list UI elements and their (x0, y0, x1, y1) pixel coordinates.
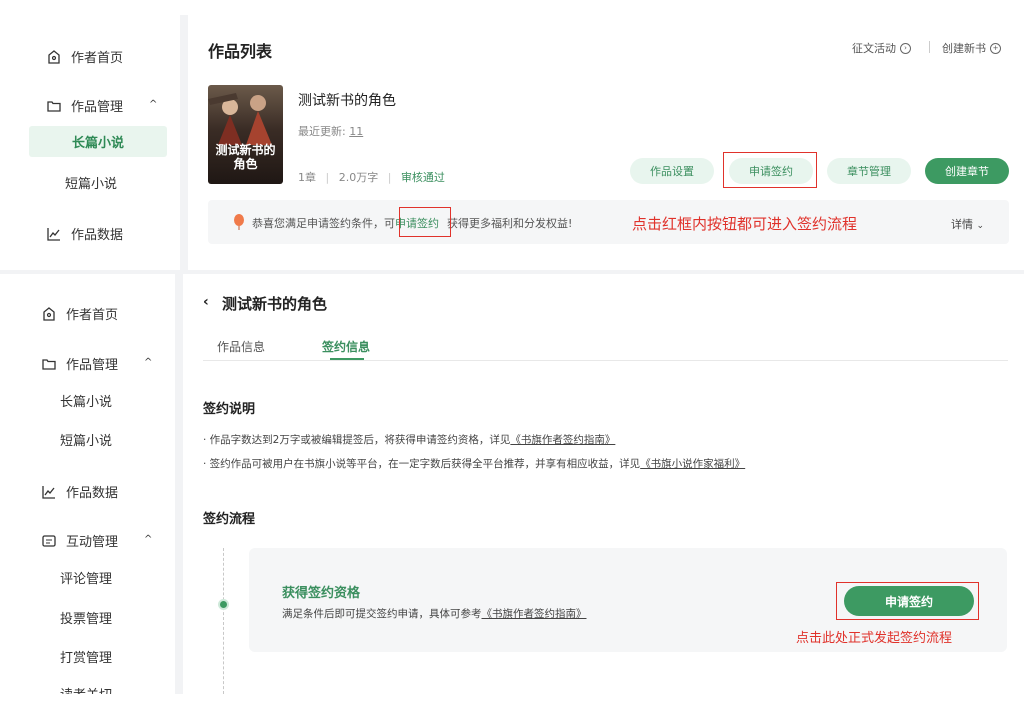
divider (929, 41, 930, 53)
details-toggle[interactable]: 详情 ⌄ (951, 216, 984, 232)
cover-title: 测试新书的角色 (215, 143, 276, 171)
contest-link[interactable]: 征文活动 › (852, 40, 911, 56)
highlight-box-notice-link (399, 207, 451, 237)
chevron-down-icon: ⌄ (976, 221, 985, 231)
sidebar-item-tips[interactable]: 打赏管理 (60, 647, 112, 666)
chevron-up-icon[interactable]: ^ (144, 534, 152, 545)
arrow-right-circle-icon: › (900, 42, 911, 54)
sidebar-item-label: 作者首页 (71, 51, 124, 66)
guide-link[interactable]: 《书旗作者签约指南》 (510, 434, 615, 446)
annotation-bottom: 点击此处正式发起签约流程 (796, 631, 953, 646)
create-book-link[interactable]: 创建新书 + (942, 40, 1001, 56)
sidebar-item-works-management[interactable]: 作品管理 (40, 354, 118, 373)
highlight-box-apply (723, 152, 817, 188)
sidebar-item-label: 作品数据 (71, 228, 124, 243)
highlight-box-apply (836, 582, 979, 620)
sidebar-item-works-data[interactable]: 作品数据 (45, 224, 123, 243)
top-sidebar-divider (180, 15, 188, 270)
bottom-sidebar: 作者首页 作品管理 ^ 长篇小说 短篇小说 作品数据 互动管理 ^ 评论管理 投… (0, 274, 175, 694)
folder-icon (45, 97, 63, 115)
status-badge: 审核通过 (400, 171, 445, 184)
home-icon (45, 48, 63, 66)
sidebar-item-long-novel[interactable]: 长篇小说 (29, 126, 167, 157)
sidebar-item-short-novel[interactable]: 短篇小说 (65, 173, 117, 192)
explain-bullet-1: · 作品字数达到2万字或被编辑提签后，将获得申请签约资格，详见《书旗作者签约指南… (203, 434, 616, 446)
sidebar-item-works-data[interactable]: 作品数据 (40, 482, 118, 501)
sidebar-item-author-home[interactable]: 作者首页 (40, 304, 118, 323)
folder-icon (40, 355, 58, 373)
book-title[interactable]: 测试新书的角色 (298, 90, 396, 110)
message-icon (40, 532, 58, 550)
book-cover[interactable]: 测试新书的角色 (208, 85, 283, 184)
sidebar-item-short-novel[interactable]: 短篇小说 (60, 430, 112, 449)
plus-circle-icon: + (990, 42, 1001, 54)
chapter-count: 1章 (298, 171, 316, 184)
bottom-screenshot: 作者首页 作品管理 ^ 长篇小说 短篇小说 作品数据 互动管理 ^ 评论管理 投… (0, 274, 1024, 708)
annotation-top: 点击红框内按钮都可进入签约流程 (632, 215, 858, 233)
create-chapter-button[interactable]: 创建章节 (925, 158, 1009, 184)
sidebar-item-long-novel[interactable]: 长篇小说 (60, 391, 112, 410)
word-count: 2.0万字 (338, 171, 379, 184)
tab-works-info[interactable]: 作品信息 (217, 338, 265, 355)
step-desc: 满足条件后即可提交签约申请，具体可参考《书旗作者签约指南》 (282, 608, 587, 620)
top-sidebar: 作者首页 作品管理 ^ 长篇小说 短篇小说 作品数据 (15, 15, 180, 270)
timeline-dot (218, 599, 229, 610)
timeline-line (223, 548, 224, 694)
last-updated: 最近更新: 11 (298, 125, 364, 138)
balloon-icon (233, 214, 245, 234)
chart-icon (45, 225, 63, 243)
tab-divider (203, 360, 1008, 361)
top-screenshot: 作者首页 作品管理 ^ 长篇小说 短篇小说 作品数据 作品列表 征文活动 › 创… (0, 0, 1024, 272)
chevron-up-icon[interactable]: ^ (144, 357, 152, 368)
contract-explain-title: 签约说明 (203, 402, 256, 417)
chevron-up-icon[interactable]: ^ (149, 99, 157, 110)
step-guide-link[interactable]: 《书旗作者签约指南》 (482, 608, 587, 620)
chart-icon (40, 483, 58, 501)
page-title: 作品列表 (208, 42, 273, 61)
page-title: 测试新书的角色 (222, 295, 328, 313)
contract-process-title: 签约流程 (203, 512, 256, 527)
step-title: 获得签约资格 (282, 586, 361, 601)
sidebar-item-votes[interactable]: 投票管理 (60, 608, 112, 627)
explain-bullet-2: · 签约作品可被用户在书旗小说等平台，在一定字数后获得全平台推荐，并享有相应收益… (203, 458, 746, 470)
sidebar-item-comments[interactable]: 评论管理 (60, 568, 112, 587)
sidebar-item-works-management[interactable]: 作品管理 (45, 96, 123, 115)
sidebar-item-interaction[interactable]: 互动管理 (40, 531, 118, 550)
tab-contract-info[interactable]: 签约信息 (322, 338, 370, 355)
benefits-link[interactable]: 《书旗小说作家福利》 (640, 458, 745, 470)
sidebar-item-label: 作品管理 (71, 100, 124, 115)
back-icon[interactable]: ‹ (203, 294, 209, 310)
sidebar-item-author-home[interactable]: 作者首页 (45, 47, 123, 66)
book-settings-button[interactable]: 作品设置 (630, 158, 714, 184)
chapter-management-button[interactable]: 章节管理 (827, 158, 911, 184)
bottom-sidebar-divider (175, 274, 183, 694)
book-meta: 1章 | 2.0万字 | 审核通过 (298, 171, 445, 184)
sidebar-item-more[interactable]: 读者关切 (60, 684, 112, 694)
home-icon (40, 305, 58, 323)
